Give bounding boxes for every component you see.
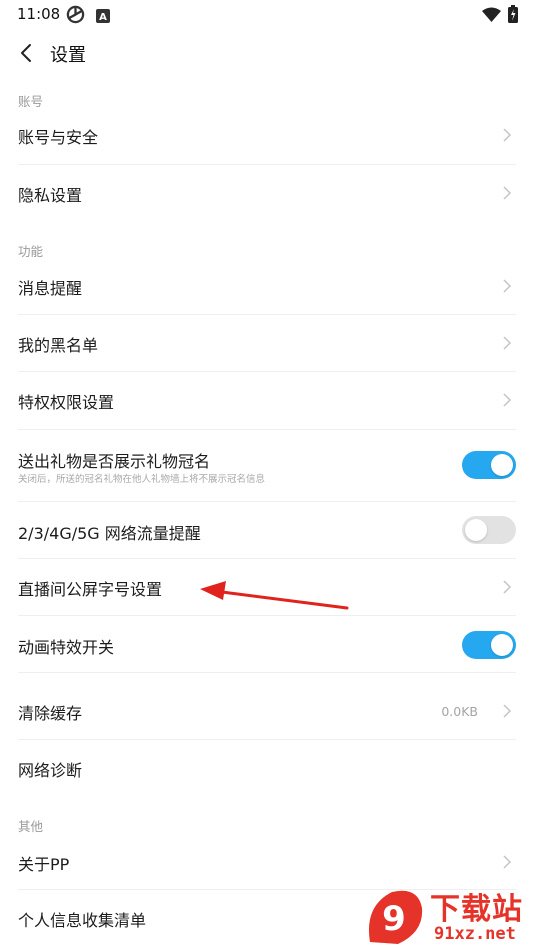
back-arrow-icon — [21, 44, 31, 62]
row-label: 清除缓存 — [18, 704, 83, 723]
wifi-icon — [482, 7, 501, 26]
row-label: 网络诊断 — [18, 761, 83, 780]
row-privacy-settings[interactable]: 隐私设置 — [0, 165, 534, 220]
chevron-right-icon — [503, 393, 512, 407]
status-bar: 11:08 A — [0, 0, 534, 30]
chevron-right-icon — [503, 704, 512, 718]
row-account-security[interactable]: 账号与安全 — [0, 106, 534, 164]
watermark: 9 下载站 91xz.net — [362, 884, 534, 950]
chevron-right-icon — [503, 128, 512, 142]
chevron-right-icon — [503, 580, 512, 594]
network-traffic-toggle[interactable] — [462, 516, 516, 544]
row-label: 特权权限设置 — [18, 393, 115, 412]
toggle-knob — [491, 634, 513, 656]
sync-icon — [66, 5, 85, 28]
row-about[interactable]: 关于PP — [0, 833, 534, 889]
row-label: 个人信息收集清单 — [18, 911, 147, 930]
row-clear-cache[interactable]: 清除缓存 0.0KB — [0, 673, 534, 739]
cache-size-value: 0.0KB — [441, 704, 478, 719]
page-title: 设置 — [50, 45, 86, 66]
row-label: 关于PP — [18, 855, 70, 874]
row-label: 送出礼物是否展示礼物冠名 — [18, 452, 211, 471]
row-privilege-settings[interactable]: 特权权限设置 — [0, 372, 534, 429]
chevron-right-icon — [503, 279, 512, 293]
row-label: 动画特效开关 — [18, 638, 115, 657]
watermark-url: 91xz.net — [434, 924, 516, 944]
gift-title-toggle[interactable] — [462, 451, 516, 479]
row-label: 直播间公屏字号设置 — [18, 580, 163, 599]
chevron-right-icon — [503, 186, 512, 200]
row-network-traffic-alert: 2/3/4G/5G 网络流量提醒 — [0, 502, 534, 558]
animation-toggle[interactable] — [462, 631, 516, 659]
row-subtitle: 关闭后，所送的冠名礼物在他人礼物墙上将不展示冠名信息 — [18, 474, 266, 485]
notification-a-icon: A — [96, 8, 110, 27]
back-button[interactable] — [12, 38, 42, 68]
toggle-knob — [491, 454, 513, 476]
battery-icon — [508, 5, 518, 27]
row-notifications[interactable]: 消息提醒 — [0, 258, 534, 314]
row-label: 2/3/4G/5G 网络流量提醒 — [18, 524, 201, 543]
row-label: 账号与安全 — [18, 128, 99, 147]
svg-text:A: A — [99, 12, 107, 23]
svg-text:9: 9 — [382, 899, 406, 939]
chevron-right-icon — [503, 855, 512, 869]
toggle-knob — [465, 519, 487, 541]
watermark-title: 下载站 — [430, 892, 523, 927]
row-network-diagnosis[interactable]: 网络诊断 — [0, 740, 534, 796]
row-label: 隐私设置 — [18, 186, 83, 205]
row-animation-effects: 动画特效开关 — [0, 616, 534, 672]
row-label: 我的黑名单 — [18, 336, 99, 355]
row-gift-title-display: 送出礼物是否展示礼物冠名 关闭后，所送的冠名礼物在他人礼物墙上将不展示冠名信息 — [0, 430, 534, 501]
status-time: 11:08 — [17, 5, 61, 23]
watermark-badge-icon: 9 — [368, 890, 423, 944]
app-bar: 设置 — [0, 30, 534, 80]
chevron-right-icon — [503, 336, 512, 350]
row-label: 消息提醒 — [18, 279, 83, 298]
row-font-size-settings[interactable]: 直播间公屏字号设置 — [0, 559, 534, 615]
row-blacklist[interactable]: 我的黑名单 — [0, 315, 534, 371]
